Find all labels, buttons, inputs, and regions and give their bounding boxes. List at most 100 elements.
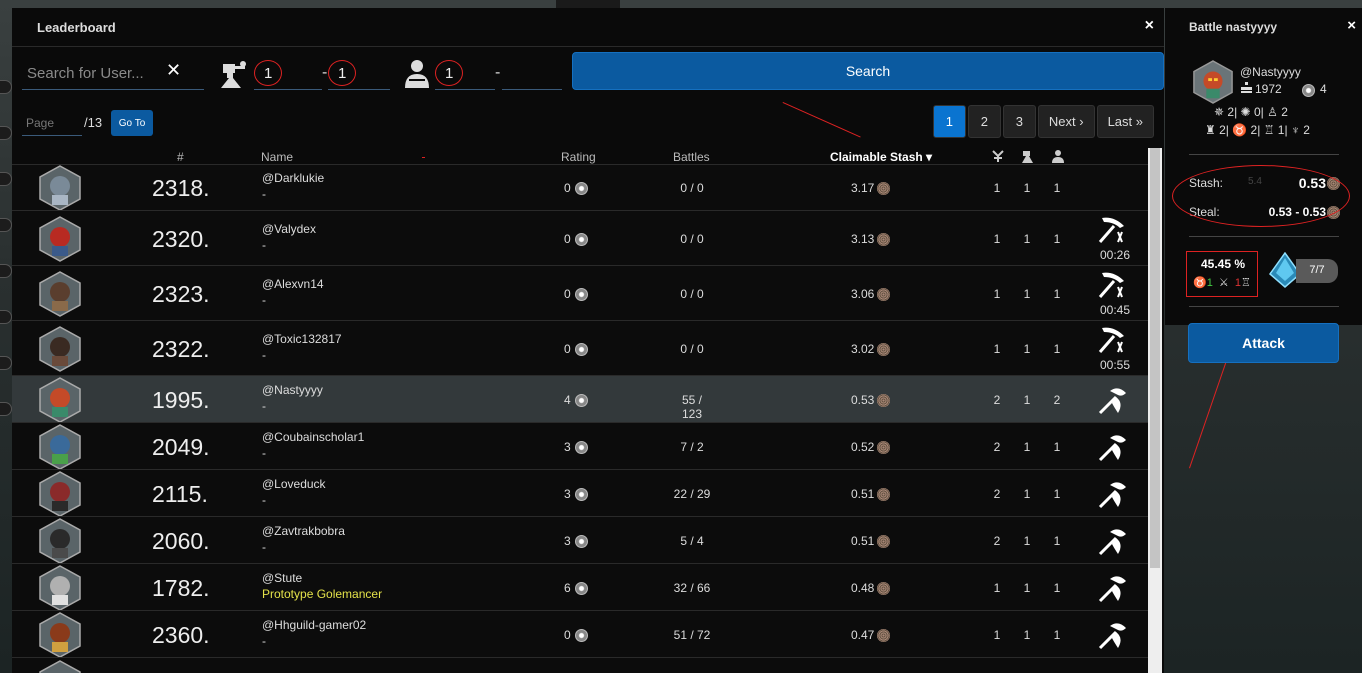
search-button[interactable]: Search bbox=[572, 52, 1164, 90]
player-rank: 1995. bbox=[152, 386, 210, 413]
table-row[interactable]: 2060. @Zavtrakbobra - 3 5 / 4 0.51 2 1 1 bbox=[12, 516, 1148, 564]
rating-coin-icon bbox=[1302, 84, 1315, 97]
player-rank: 2323. bbox=[152, 280, 210, 307]
attack-axe-icon[interactable] bbox=[1096, 383, 1130, 417]
player-turrets: 1 bbox=[1023, 486, 1031, 501]
col-rating[interactable]: Rating bbox=[561, 150, 596, 164]
rating-coin-icon bbox=[574, 287, 588, 301]
player-avatar bbox=[39, 215, 81, 262]
player-subtitle: - bbox=[262, 187, 266, 201]
turret-min-field[interactable]: 1 bbox=[254, 58, 322, 90]
player-avatar bbox=[39, 611, 81, 658]
player-turrets: 1 bbox=[1023, 231, 1031, 246]
attack-axe-icon[interactable] bbox=[1096, 430, 1130, 464]
pickaxe-icon bbox=[1098, 272, 1124, 298]
table-row[interactable]: 1782. @Stute Prototype Golemancer 6 32 /… bbox=[12, 563, 1148, 611]
attack-axe-icon[interactable] bbox=[1096, 524, 1130, 558]
worker-min-field[interactable]: 1 bbox=[435, 58, 495, 90]
turret-filter-icon bbox=[221, 61, 246, 88]
player-avatar bbox=[39, 470, 81, 517]
player-attackers: 2 bbox=[993, 392, 1001, 407]
table-row[interactable] bbox=[12, 657, 1148, 673]
player-subtitle: - bbox=[262, 292, 266, 307]
player-username[interactable]: @Nastyyyy bbox=[262, 383, 323, 397]
player-rating: 0 bbox=[564, 342, 588, 356]
cooldown-timer: 00:26 bbox=[1099, 247, 1131, 262]
player-username[interactable]: @Valydex bbox=[262, 222, 316, 236]
table-row[interactable]: 2115. @Loveduck - 3 22 / 29 0.51 2 1 1 bbox=[12, 469, 1148, 517]
cooldown-timer: 00:55 bbox=[1099, 357, 1131, 372]
leaderboard-close-button[interactable]: × bbox=[1145, 18, 1154, 34]
player-turrets: 1 bbox=[1023, 286, 1031, 301]
player-turrets: 1 bbox=[1023, 627, 1031, 642]
dec-icon bbox=[877, 487, 891, 501]
pickaxe-icon bbox=[1098, 327, 1124, 353]
player-rating: 0 bbox=[564, 232, 588, 246]
page-2-button[interactable]: 2 bbox=[967, 105, 1001, 138]
opponent-username: @Nastyyyy bbox=[1240, 65, 1301, 79]
player-username[interactable]: @Zavtrakbobra bbox=[262, 524, 345, 538]
rating-coin-icon bbox=[574, 581, 588, 595]
dec-icon bbox=[877, 182, 891, 196]
player-subtitle: - bbox=[262, 445, 266, 460]
rating-coin-icon bbox=[574, 628, 588, 642]
player-avatar bbox=[39, 270, 81, 317]
player-turrets: 1 bbox=[1023, 392, 1031, 407]
table-scrollbar[interactable] bbox=[1148, 148, 1162, 673]
worker-max-field[interactable] bbox=[502, 58, 562, 90]
player-attackers: 2 bbox=[993, 533, 1001, 548]
player-username[interactable]: @Alexvn14 bbox=[262, 277, 324, 291]
attack-axe-icon[interactable] bbox=[1096, 571, 1130, 605]
attack-axe-icon[interactable] bbox=[1096, 477, 1130, 511]
dec-icon bbox=[877, 440, 891, 454]
table-row[interactable]: 2320. @Valydex - 0 0 / 0 3.13 1 1 1 00:2… bbox=[12, 210, 1148, 265]
player-rank: 2318. bbox=[152, 175, 210, 201]
player-battles: 55 / 123 bbox=[681, 392, 703, 421]
table-row[interactable]: 2322. @Toxic132817 - 0 0 / 0 3.02 1 1 1 … bbox=[12, 320, 1148, 375]
clear-search-icon[interactable]: ✕ bbox=[166, 60, 181, 81]
table-row[interactable]: 2360. @Hhguild-gamer02 - 0 51 / 72 0.47 … bbox=[12, 610, 1148, 658]
col-claimable-stash[interactable]: Claimable Stash ▾ bbox=[830, 150, 932, 164]
player-attackers: 1 bbox=[993, 580, 1001, 595]
player-username[interactable]: @Hhguild-gamer02 bbox=[262, 618, 366, 632]
col-battles[interactable]: Battles bbox=[673, 150, 710, 164]
leaderboard-table: # Name Rating Battles Claimable Stash ▾ … bbox=[12, 148, 1148, 673]
opponent-defense-stats: ✵ 2| ✺ 0| ♙ 2 bbox=[1214, 105, 1288, 119]
page-3-button[interactable]: 3 bbox=[1002, 105, 1036, 138]
player-rank: 2322. bbox=[152, 335, 210, 362]
player-stash: 3.06 bbox=[851, 287, 891, 301]
next-page-button[interactable]: Next › bbox=[1037, 105, 1095, 138]
battle-close-button[interactable]: × bbox=[1347, 18, 1356, 33]
page-1-button[interactable]: 1 bbox=[932, 105, 966, 138]
table-row[interactable]: 2323. @Alexvn14 - 0 0 / 0 3.06 1 1 1 00:… bbox=[12, 265, 1148, 320]
table-row[interactable]: 1995. @Nastyyyy - 4 55 / 123 0.53 2 1 2 bbox=[12, 375, 1148, 423]
player-username[interactable]: @Stute bbox=[262, 571, 302, 585]
page-input[interactable] bbox=[22, 110, 82, 136]
web-icon: ✺ bbox=[1240, 105, 1251, 119]
player-username[interactable]: @Darklukie bbox=[262, 171, 324, 185]
win-chance: 45.45 % ♉1 ⚔ 1♖ bbox=[1186, 251, 1258, 297]
table-row[interactable]: 2049. @Coubainscholar1 - 3 7 / 2 0.52 2 … bbox=[12, 422, 1148, 470]
player-attackers: 1 bbox=[993, 286, 1001, 301]
player-stash: 0.51 bbox=[851, 534, 891, 548]
dec-icon bbox=[877, 534, 891, 548]
player-username[interactable]: @Coubainscholar1 bbox=[262, 430, 364, 444]
table-row[interactable]: 2318. @Darklukie - 0 0 / 0 3.17 1 1 1 bbox=[12, 164, 1148, 211]
last-page-button[interactable]: Last » bbox=[1096, 105, 1154, 138]
attack-button[interactable]: Attack bbox=[1188, 323, 1339, 363]
player-avatar bbox=[39, 325, 81, 372]
rating-coin-icon bbox=[574, 342, 588, 356]
goto-button[interactable]: Go To bbox=[111, 110, 153, 136]
player-stash: 3.13 bbox=[851, 232, 891, 246]
player-username[interactable]: @Loveduck bbox=[262, 477, 326, 491]
worker-icon: ♙ bbox=[1267, 105, 1278, 119]
player-workers: 1 bbox=[1053, 580, 1061, 595]
claw-icon: ♆ bbox=[1290, 123, 1300, 137]
turret-max-field[interactable]: 1 bbox=[328, 58, 390, 90]
player-rating: 0 bbox=[564, 628, 588, 642]
player-rating: 3 bbox=[564, 440, 588, 454]
attack-axe-icon[interactable] bbox=[1096, 618, 1130, 652]
player-username[interactable]: @Toxic132817 bbox=[262, 332, 342, 346]
player-subtitle: - bbox=[262, 347, 266, 362]
player-rank: 2049. bbox=[152, 433, 210, 460]
